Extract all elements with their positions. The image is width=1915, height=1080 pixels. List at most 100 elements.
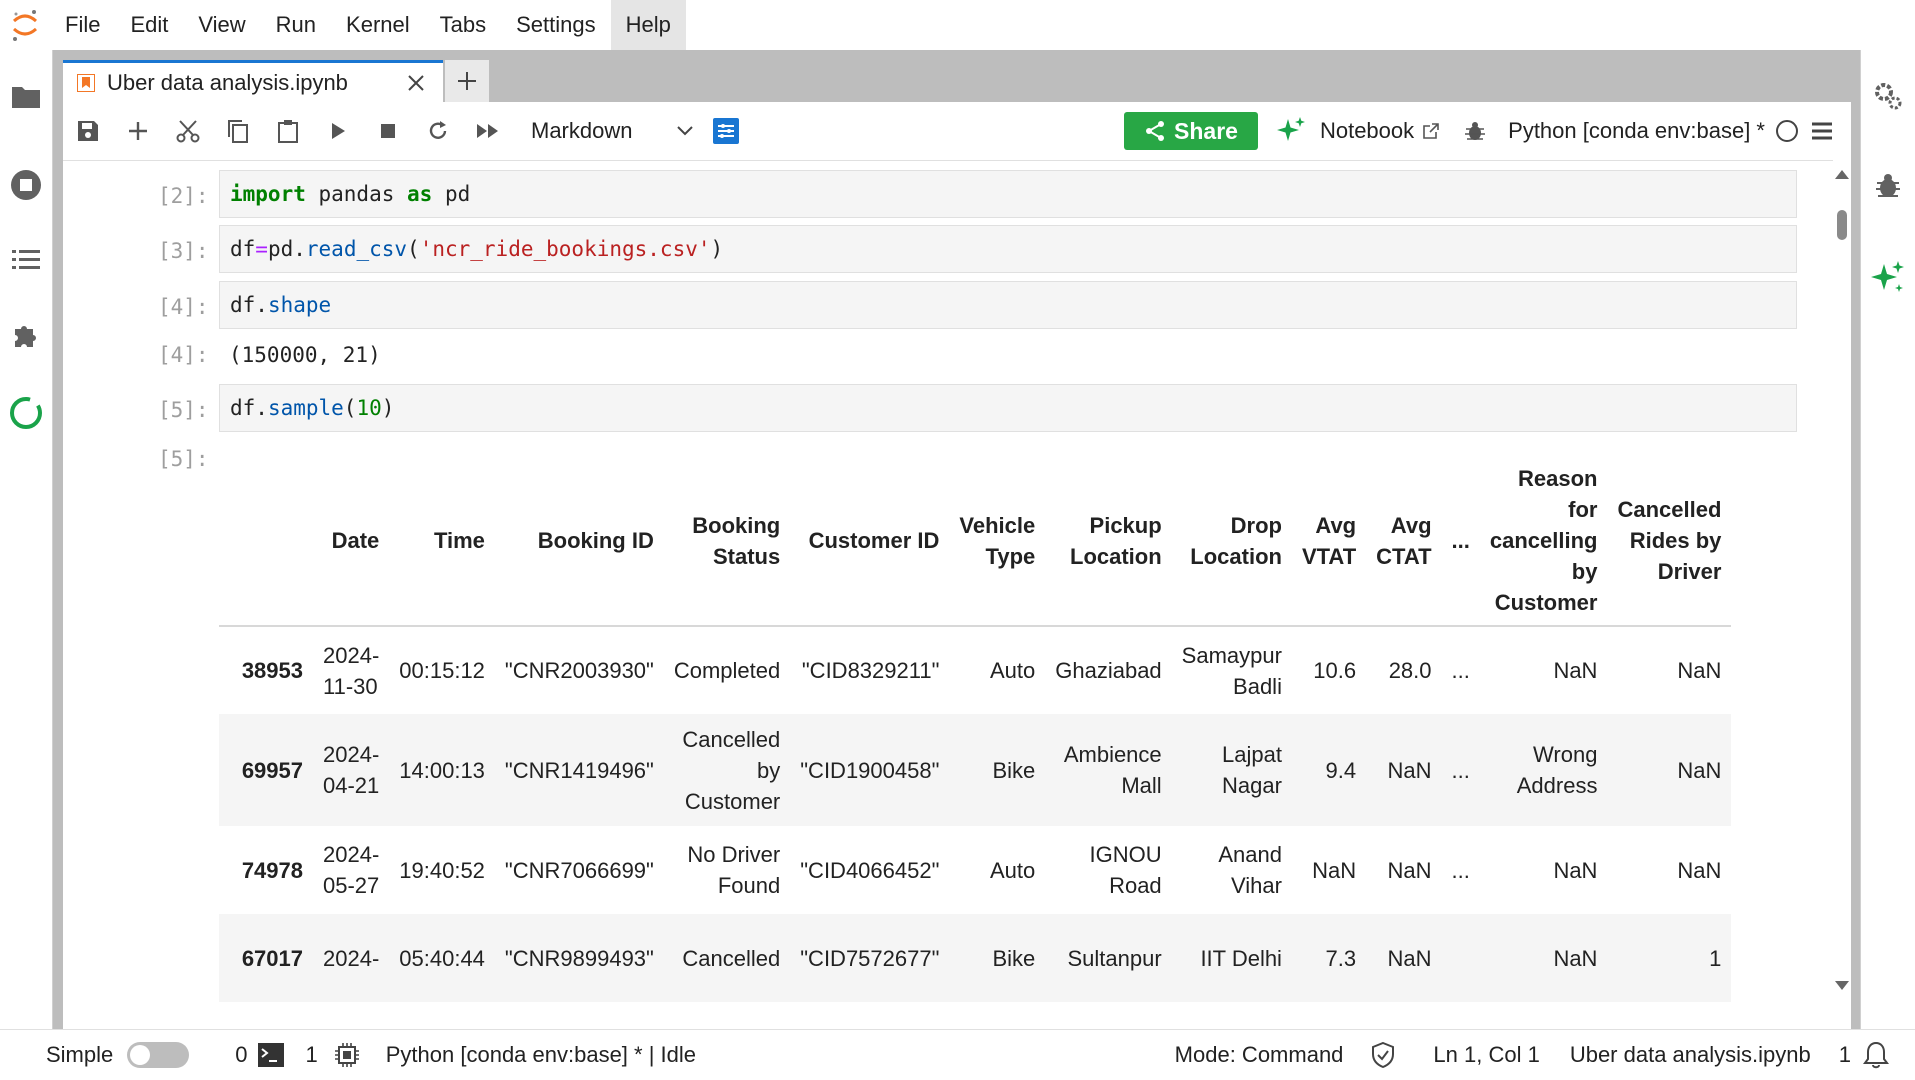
kernel-name-button[interactable]: Python [conda env:base] * [1508, 118, 1765, 144]
menu-help[interactable]: Help [610, 0, 686, 50]
table-cell: 00:15:12 [399, 658, 485, 683]
column-header: Cancelled Rides by Driver [1617, 497, 1722, 584]
code-cell[interactable]: import pandas as pd [219, 170, 1797, 218]
debugger-icon[interactable] [1868, 166, 1908, 206]
row-index: 69957 [241, 757, 303, 783]
insert-cell-button[interactable] [113, 106, 163, 156]
table-cell: 2024-04-21 [323, 742, 380, 798]
tab-notebook[interactable]: Uber data analysis.ipynb [63, 60, 443, 102]
table-cell: Cancelled [682, 945, 781, 971]
right-sidebar [1860, 50, 1915, 1029]
share-label: Share [1174, 117, 1238, 144]
table-cell: Ambience Mall [1063, 742, 1162, 798]
save-button[interactable] [63, 106, 113, 156]
row-index: 38953 [241, 658, 303, 683]
close-icon[interactable] [401, 68, 431, 98]
menu-icon[interactable] [1811, 121, 1833, 141]
table-cell: Wrong Address [1516, 742, 1598, 798]
column-header: Avg CTAT [1376, 512, 1432, 569]
table-cell: Auto [989, 857, 1036, 883]
notebook-toolbar: Markdown Share Notebook Python [conda en… [63, 102, 1851, 161]
code-cell[interactable]: df = pd. read_csv('ncr_ride_bookings.csv') [219, 225, 1797, 273]
git-icon[interactable] [6, 393, 46, 433]
ai-sparkle-icon[interactable] [1276, 116, 1306, 146]
table-cell [1442, 914, 1480, 1002]
table-cell: NaN [1387, 757, 1432, 783]
cursor-position[interactable]: Ln 1, Col 1 [1433, 1042, 1539, 1068]
table-cell: 2024-05-27 [323, 842, 380, 898]
plus-icon [458, 72, 476, 90]
scroll-up-icon[interactable] [1834, 168, 1850, 180]
kernel-status-text[interactable]: Python [conda env:base] * | Idle [386, 1042, 696, 1068]
status-bar: Simple 0 1 Python [conda env:base] * | I… [0, 1029, 1915, 1080]
restart-run-all-button[interactable] [463, 106, 513, 156]
run-button[interactable] [313, 106, 363, 156]
paste-button[interactable] [263, 106, 313, 156]
table-cell: IIT Delhi [1200, 945, 1282, 971]
table-cell: 2024- [323, 945, 380, 971]
table-cell: IGNOU Road [1089, 842, 1162, 898]
menu-file[interactable]: File [50, 0, 115, 50]
menu-settings[interactable]: Settings [501, 0, 611, 50]
running-icon[interactable] [6, 165, 46, 205]
interrupt-button[interactable] [363, 106, 413, 156]
menu-tabs[interactable]: Tabs [425, 0, 501, 50]
share-icon [1146, 121, 1165, 141]
scrollbar-thumb[interactable] [1837, 210, 1847, 240]
left-sidebar [0, 50, 53, 1029]
table-cell: 9.4 [1325, 757, 1357, 783]
ai-assistant-icon[interactable] [1868, 258, 1908, 298]
table-header-row: Date Time Booking ID Booking Status Customer… [219, 456, 1732, 626]
table-cell: 2024-11-30 [323, 642, 380, 699]
table-row: 69957 2024-04-21 14:00:13 "CNR1419496" Cance… [219, 714, 1732, 826]
table-cell: NaN [1677, 857, 1722, 883]
scroll-down-icon[interactable] [1834, 980, 1850, 992]
terminals-count[interactable]: 0 [235, 1042, 247, 1068]
shield-icon[interactable] [1371, 1042, 1395, 1068]
column-header: ... [1451, 528, 1470, 553]
table-row: 38953 2024-11-30 00:15:12 "CNR2003930" Compl… [219, 626, 1731, 714]
open-notebook-link[interactable]: Notebook [1320, 118, 1440, 144]
table-cell: NaN [1387, 945, 1432, 971]
jupyter-logo-icon[interactable] [0, 0, 50, 50]
vertical-scrollbar[interactable] [1833, 160, 1851, 1029]
notebook-panel: Markdown Share Notebook Python [conda en… [63, 102, 1851, 1029]
table-cell: Ghaziabad [1055, 658, 1162, 683]
external-link-icon [1423, 123, 1439, 139]
simple-mode-toggle[interactable] [127, 1042, 190, 1068]
folder-icon[interactable] [6, 76, 46, 116]
cut-button[interactable] [163, 106, 213, 156]
menu-view[interactable]: View [183, 0, 260, 50]
code-cell[interactable]: df. sample(10) [219, 384, 1797, 432]
refresh-icon [429, 121, 447, 139]
restart-button[interactable] [413, 106, 463, 156]
copy-button[interactable] [213, 106, 263, 156]
table-cell: "CID7572677" [800, 945, 940, 971]
table-cell: 19:40:52 [399, 857, 485, 883]
toc-icon[interactable] [6, 240, 46, 280]
table-cell: No Driver Found [687, 842, 781, 898]
save-icon [78, 121, 98, 141]
add-tab-button[interactable] [445, 60, 489, 102]
column-header: Vehicle Type [959, 512, 1036, 569]
debugger-button[interactable] [1458, 106, 1492, 156]
menu-run[interactable]: Run [261, 0, 331, 50]
play-icon [332, 123, 345, 139]
kernels-count[interactable]: 1 [306, 1042, 318, 1068]
table-cell: 14:00:13 [399, 757, 485, 783]
cell-toolbar-button[interactable] [701, 106, 751, 156]
table-cell: NaN [1553, 658, 1598, 683]
menu-edit[interactable]: Edit [115, 0, 183, 50]
cell-type-select[interactable]: Markdown [531, 118, 693, 144]
property-inspector-icon[interactable] [1868, 76, 1908, 116]
column-header [219, 456, 313, 626]
bell-icon[interactable] [1863, 1041, 1889, 1069]
extension-icon[interactable] [6, 316, 46, 356]
column-header: Booking Status [692, 512, 781, 569]
table-cell: ... [1451, 658, 1470, 683]
code-cell[interactable]: df. shape [219, 281, 1797, 329]
menu-kernel[interactable]: Kernel [331, 0, 425, 50]
notebook-label: Notebook [1319, 118, 1415, 143]
column-header: Customer ID [808, 528, 940, 553]
share-button[interactable]: Share [1124, 112, 1258, 150]
